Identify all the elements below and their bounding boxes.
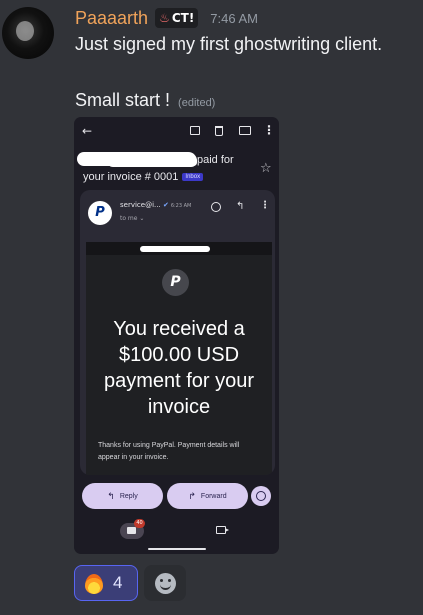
message-text: Small start ! bbox=[75, 90, 171, 110]
fire-emoji-icon bbox=[83, 571, 103, 595]
sender-line: service@i... ✔ 6:23 AM bbox=[120, 201, 191, 209]
add-reaction-button[interactable] bbox=[144, 565, 186, 601]
video-icon bbox=[216, 526, 229, 534]
forward-button: ↱ Forward bbox=[167, 483, 248, 509]
email-body: P You received a $100.00 USD payment for… bbox=[86, 242, 272, 475]
email-subject-text: your invoice # 0001 bbox=[83, 171, 179, 183]
bottom-nav: 40 bbox=[74, 517, 279, 554]
reaction-count: 4 bbox=[113, 573, 123, 592]
trash-icon bbox=[215, 126, 223, 136]
forward-button-label: Forward bbox=[200, 492, 227, 500]
reply-button: ↰ Reply bbox=[82, 483, 163, 509]
image-attachment[interactable]: ← ⋮ paid for your invoice # 0001 Inbox ☆ … bbox=[74, 117, 279, 554]
smiley-icon bbox=[154, 572, 176, 594]
reply-button-label: Reply bbox=[119, 492, 138, 500]
sender-avatar: P bbox=[88, 201, 112, 225]
redacted-text bbox=[77, 152, 197, 167]
redacted-text bbox=[140, 246, 210, 252]
verified-icon: ✔ bbox=[162, 201, 169, 209]
sent-time: 6:23 AM bbox=[170, 203, 192, 209]
email-body-text: Thanks for using PayPal. Payment details… bbox=[98, 442, 240, 461]
message-text: Just signed my first ghostwriting client… bbox=[75, 34, 383, 54]
reaction-fire[interactable]: 4 bbox=[74, 565, 138, 601]
email-toolbar: ← ⋮ bbox=[74, 117, 279, 145]
edited-label: (edited) bbox=[178, 97, 216, 109]
back-arrow-icon: ← bbox=[82, 124, 93, 138]
mail-icon bbox=[239, 126, 251, 135]
email-subject-line2: your invoice # 0001 Inbox bbox=[83, 171, 204, 183]
message-header: Paaaarth ♨ CT! 7:46 AM bbox=[75, 5, 258, 31]
reply-icon: ↰ bbox=[107, 490, 115, 501]
server-tag-text: CT! bbox=[171, 11, 195, 25]
flame-icon: ♨ bbox=[159, 11, 170, 25]
recipient: to me bbox=[120, 215, 138, 222]
sender-address: service@i... bbox=[120, 201, 161, 209]
archive-icon bbox=[190, 126, 200, 135]
email-card: P service@i... ✔ 6:23 AM to me ⌄ ↰ ⋮ P Yo… bbox=[80, 190, 275, 475]
paypal-logo-icon: P bbox=[162, 269, 189, 296]
emoji-icon bbox=[211, 202, 221, 212]
email-body-header bbox=[86, 242, 272, 255]
gesture-handle bbox=[148, 548, 206, 550]
emoji-react-button bbox=[251, 486, 271, 506]
more-vert-icon: ⋮ bbox=[263, 123, 275, 137]
mail-count-badge: 40 bbox=[134, 519, 145, 528]
recipient-line: to me ⌄ bbox=[120, 215, 145, 222]
email-headline: You received a $100.00 USD payment for y… bbox=[103, 318, 255, 418]
more-vert-icon: ⋮ bbox=[260, 200, 270, 211]
email-subject-line1: paid for bbox=[197, 154, 234, 166]
message-text-edited: Small start ! (edited) bbox=[75, 90, 215, 111]
username[interactable]: Paaaarth bbox=[75, 8, 148, 29]
message-timestamp: 7:46 AM bbox=[210, 10, 258, 26]
user-avatar[interactable] bbox=[2, 7, 54, 59]
server-tag[interactable]: ♨ CT! bbox=[155, 8, 199, 28]
inbox-label: Inbox bbox=[182, 173, 204, 181]
reply-icon: ↰ bbox=[236, 201, 245, 212]
forward-icon: ↱ bbox=[188, 490, 196, 501]
star-icon: ☆ bbox=[260, 161, 272, 176]
